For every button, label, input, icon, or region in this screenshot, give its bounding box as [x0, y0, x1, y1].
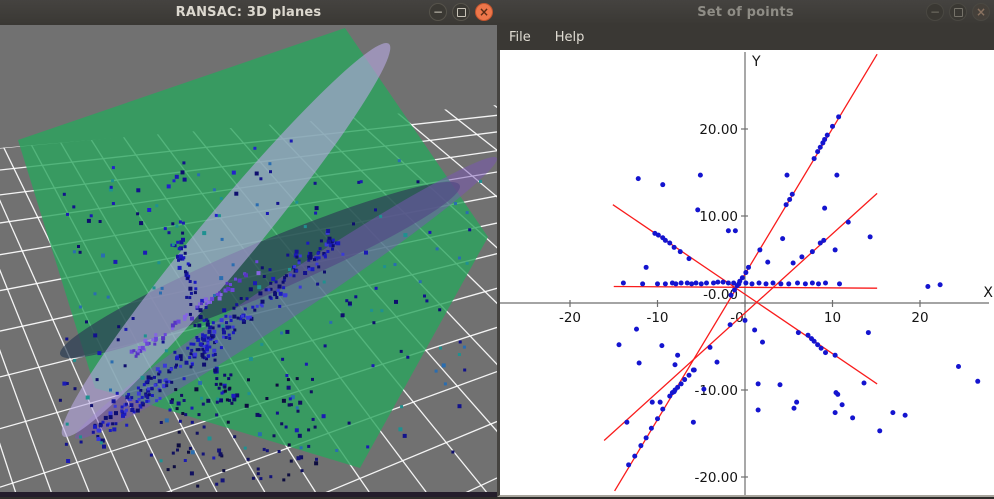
minimize-icon: − — [433, 6, 443, 18]
3d-viewport[interactable] — [0, 25, 497, 497]
window-controls: − × — [429, 3, 493, 21]
menu-help[interactable]: Help — [553, 28, 587, 47]
svg-text:20: 20 — [911, 310, 928, 326]
svg-text:10.00: 10.00 — [699, 209, 738, 225]
svg-text:20.00: 20.00 — [699, 122, 738, 138]
window-title: Set of points — [697, 5, 794, 20]
window-title: RANSAC: 3D planes — [176, 5, 322, 20]
maximize-button[interactable] — [452, 3, 470, 21]
menu-bar: File Help — [497, 25, 994, 51]
svg-text:Y: Y — [751, 54, 761, 70]
maximize-icon — [457, 8, 466, 17]
plot-area: XY-20-10-0102020.0010.00-0.00-10.00-20.0… — [497, 50, 994, 497]
menu-file[interactable]: File — [507, 28, 533, 47]
maximize-icon — [954, 8, 963, 17]
titlebar-ransac[interactable]: RANSAC: 3D planes − × — [0, 0, 497, 26]
scatter-plot[interactable]: XY-20-10-0102020.0010.00-0.00-10.00-20.0… — [500, 50, 994, 495]
minimize-button[interactable]: − — [429, 3, 447, 21]
titlebar-set-of-points[interactable]: Set of points − × — [497, 0, 994, 26]
close-icon: × — [976, 6, 986, 18]
close-button[interactable]: × — [972, 3, 990, 21]
close-icon: × — [479, 6, 489, 18]
window-ransac-3d-planes: RANSAC: 3D planes − × — [0, 0, 497, 497]
close-button[interactable]: × — [475, 3, 493, 21]
svg-text:-20: -20 — [559, 310, 581, 326]
svg-text:-20.00: -20.00 — [694, 470, 738, 486]
window-set-of-points: Set of points − × File Help XY-20-10-010… — [497, 0, 994, 497]
svg-text:10: 10 — [824, 310, 841, 326]
maximize-button[interactable] — [949, 3, 967, 21]
svg-text:-10.00: -10.00 — [694, 383, 738, 399]
minimize-button[interactable]: − — [926, 3, 944, 21]
svg-text:X: X — [983, 285, 993, 301]
svg-text:-10: -10 — [646, 310, 668, 326]
minimize-icon: − — [930, 6, 940, 18]
window-controls: − × — [926, 3, 990, 21]
